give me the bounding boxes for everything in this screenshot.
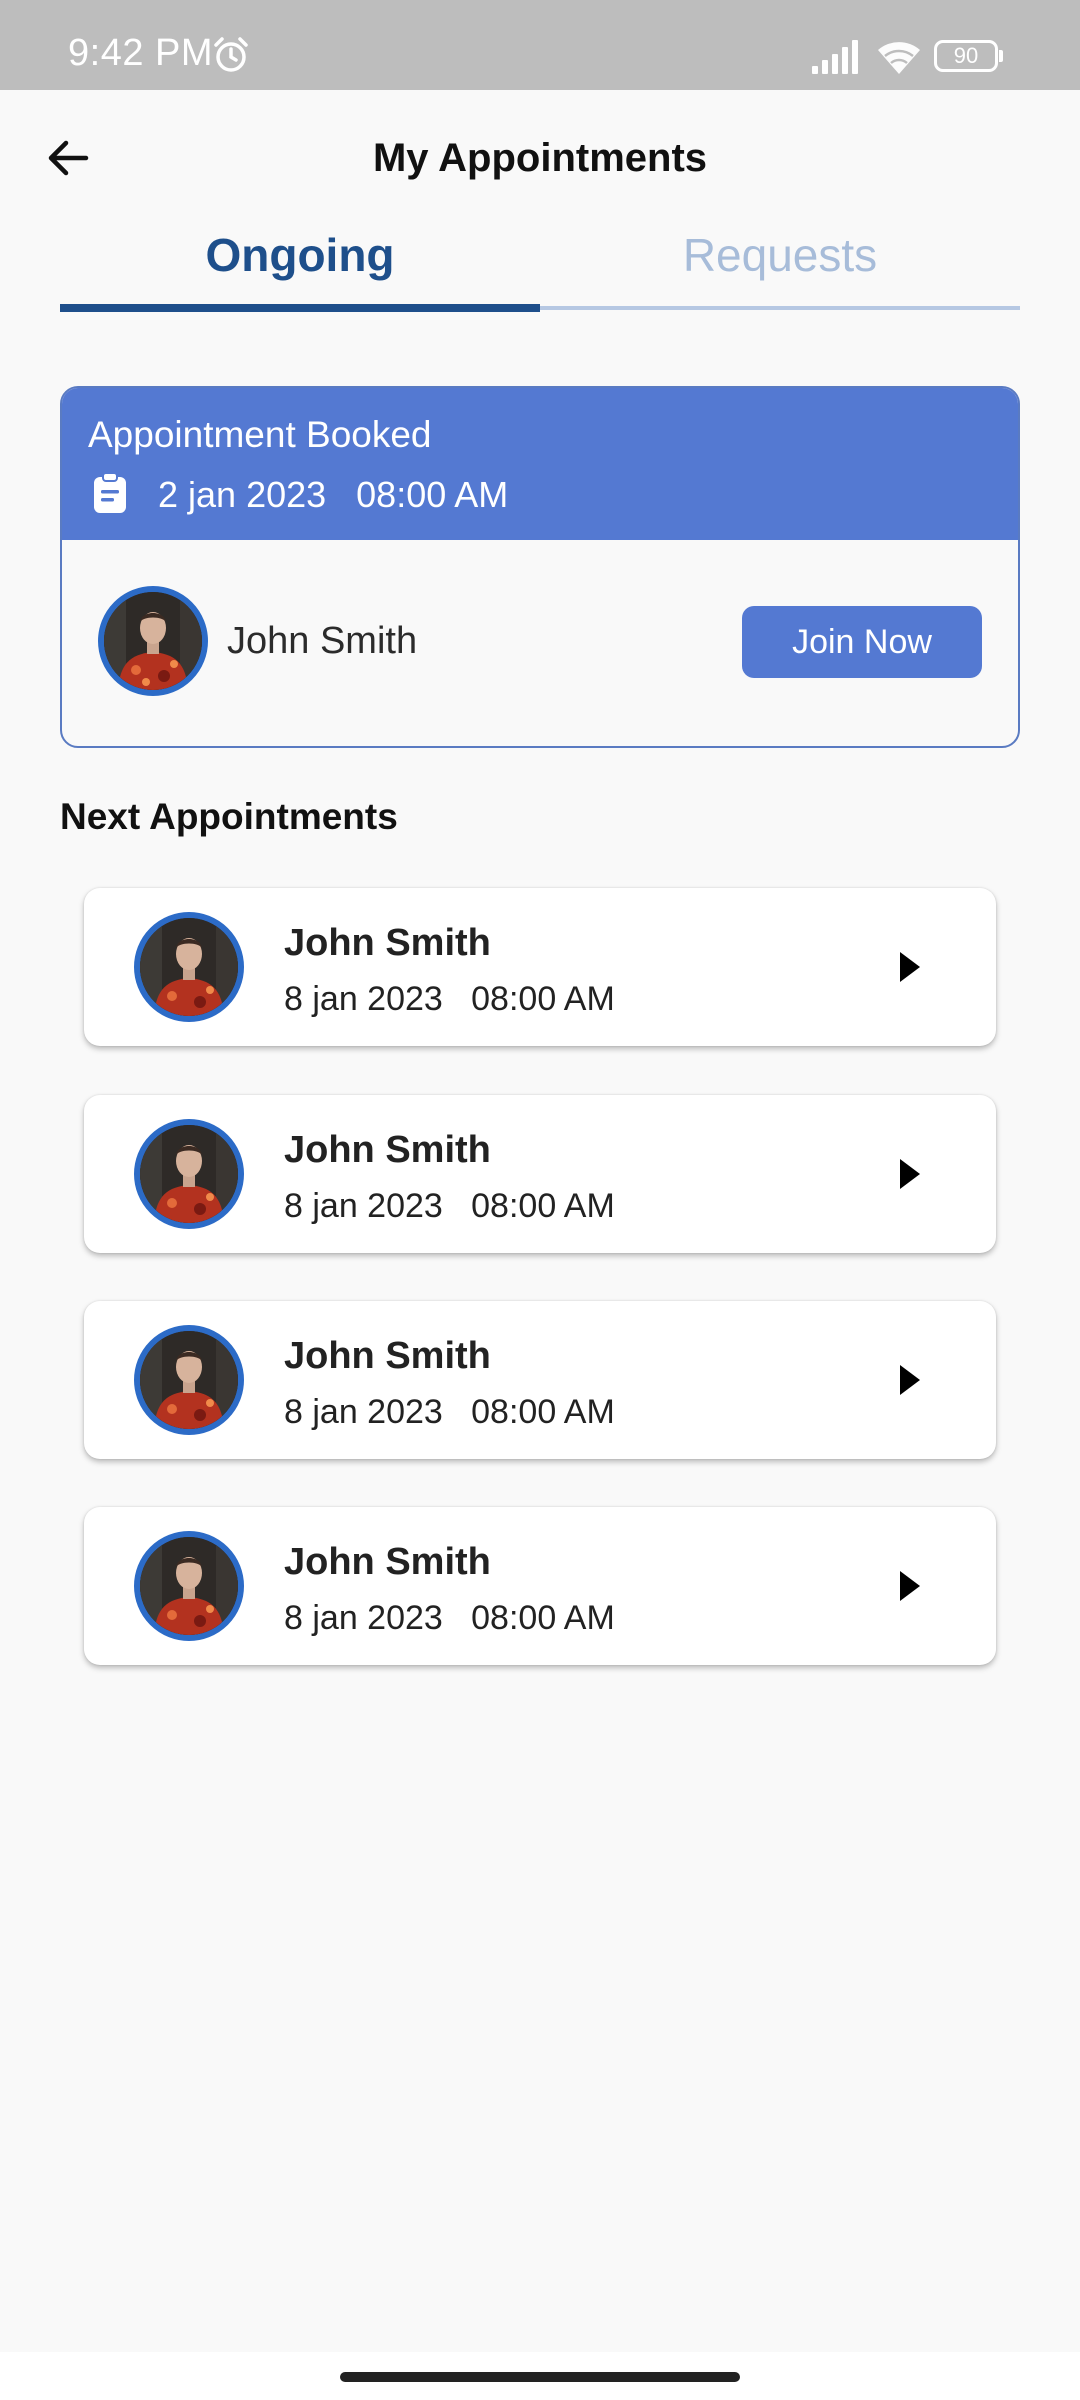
tab-requests[interactable]: Requests [540, 220, 1020, 310]
appointment-name: John Smith [284, 1335, 491, 1377]
section-title-next-appointments: Next Appointments [60, 796, 398, 837]
battery-tip [999, 50, 1003, 62]
status-bar: 9:42 PM 90 [0, 0, 1080, 90]
page-title: My Appointments [372, 136, 708, 180]
booked-date: 2 jan 2023 08:00 AM [158, 474, 509, 515]
tab-bar: Ongoing Requests [60, 220, 1020, 315]
avatar [98, 586, 208, 696]
clipboard-icon [94, 472, 126, 513]
avatar [134, 1325, 244, 1435]
list-item[interactable]: John Smith 8 jan 2023 08:00 AM [84, 1301, 996, 1459]
caret-right-icon[interactable] [896, 1155, 924, 1193]
avatar [134, 912, 244, 1022]
caret-right-icon[interactable] [896, 1567, 924, 1605]
appointment-date: 8 jan 2023 08:00 AM [284, 980, 615, 1018]
booked-appointment-card: Appointment Booked 2 jan 2023 08:00 AM J… [60, 386, 1020, 748]
appointment-date: 8 jan 2023 08:00 AM [284, 1599, 615, 1637]
join-now-button[interactable]: Join Now [742, 606, 982, 678]
avatar [134, 1531, 244, 1641]
avatar [134, 1119, 244, 1229]
list-item[interactable]: John Smith 8 jan 2023 08:00 AM [84, 888, 996, 1046]
tab-ongoing[interactable]: Ongoing [60, 220, 540, 310]
booked-title: Appointment Booked [88, 414, 432, 455]
tab-active-indicator [60, 304, 540, 312]
list-item[interactable]: John Smith 8 jan 2023 08:00 AM [84, 1095, 996, 1253]
alarm-icon [214, 37, 248, 72]
status-time: 9:42 PM [68, 32, 214, 74]
signal-icon [812, 40, 858, 74]
caret-right-icon[interactable] [896, 1361, 924, 1399]
appointment-name: John Smith [284, 1129, 491, 1171]
caret-right-icon[interactable] [896, 948, 924, 986]
appointment-date: 8 jan 2023 08:00 AM [284, 1393, 615, 1431]
booked-patient-name: John Smith [227, 620, 418, 662]
wifi-icon [878, 42, 920, 74]
list-item[interactable]: John Smith 8 jan 2023 08:00 AM [84, 1507, 996, 1665]
battery-level: 90 [934, 40, 998, 72]
booked-card-header: Appointment Booked 2 jan 2023 08:00 AM [62, 388, 1018, 540]
appointment-date: 8 jan 2023 08:00 AM [284, 1187, 615, 1225]
battery-icon: 90 [934, 40, 1004, 72]
home-indicator[interactable] [340, 2372, 740, 2382]
appointment-name: John Smith [284, 922, 491, 964]
appointment-name: John Smith [284, 1541, 491, 1583]
